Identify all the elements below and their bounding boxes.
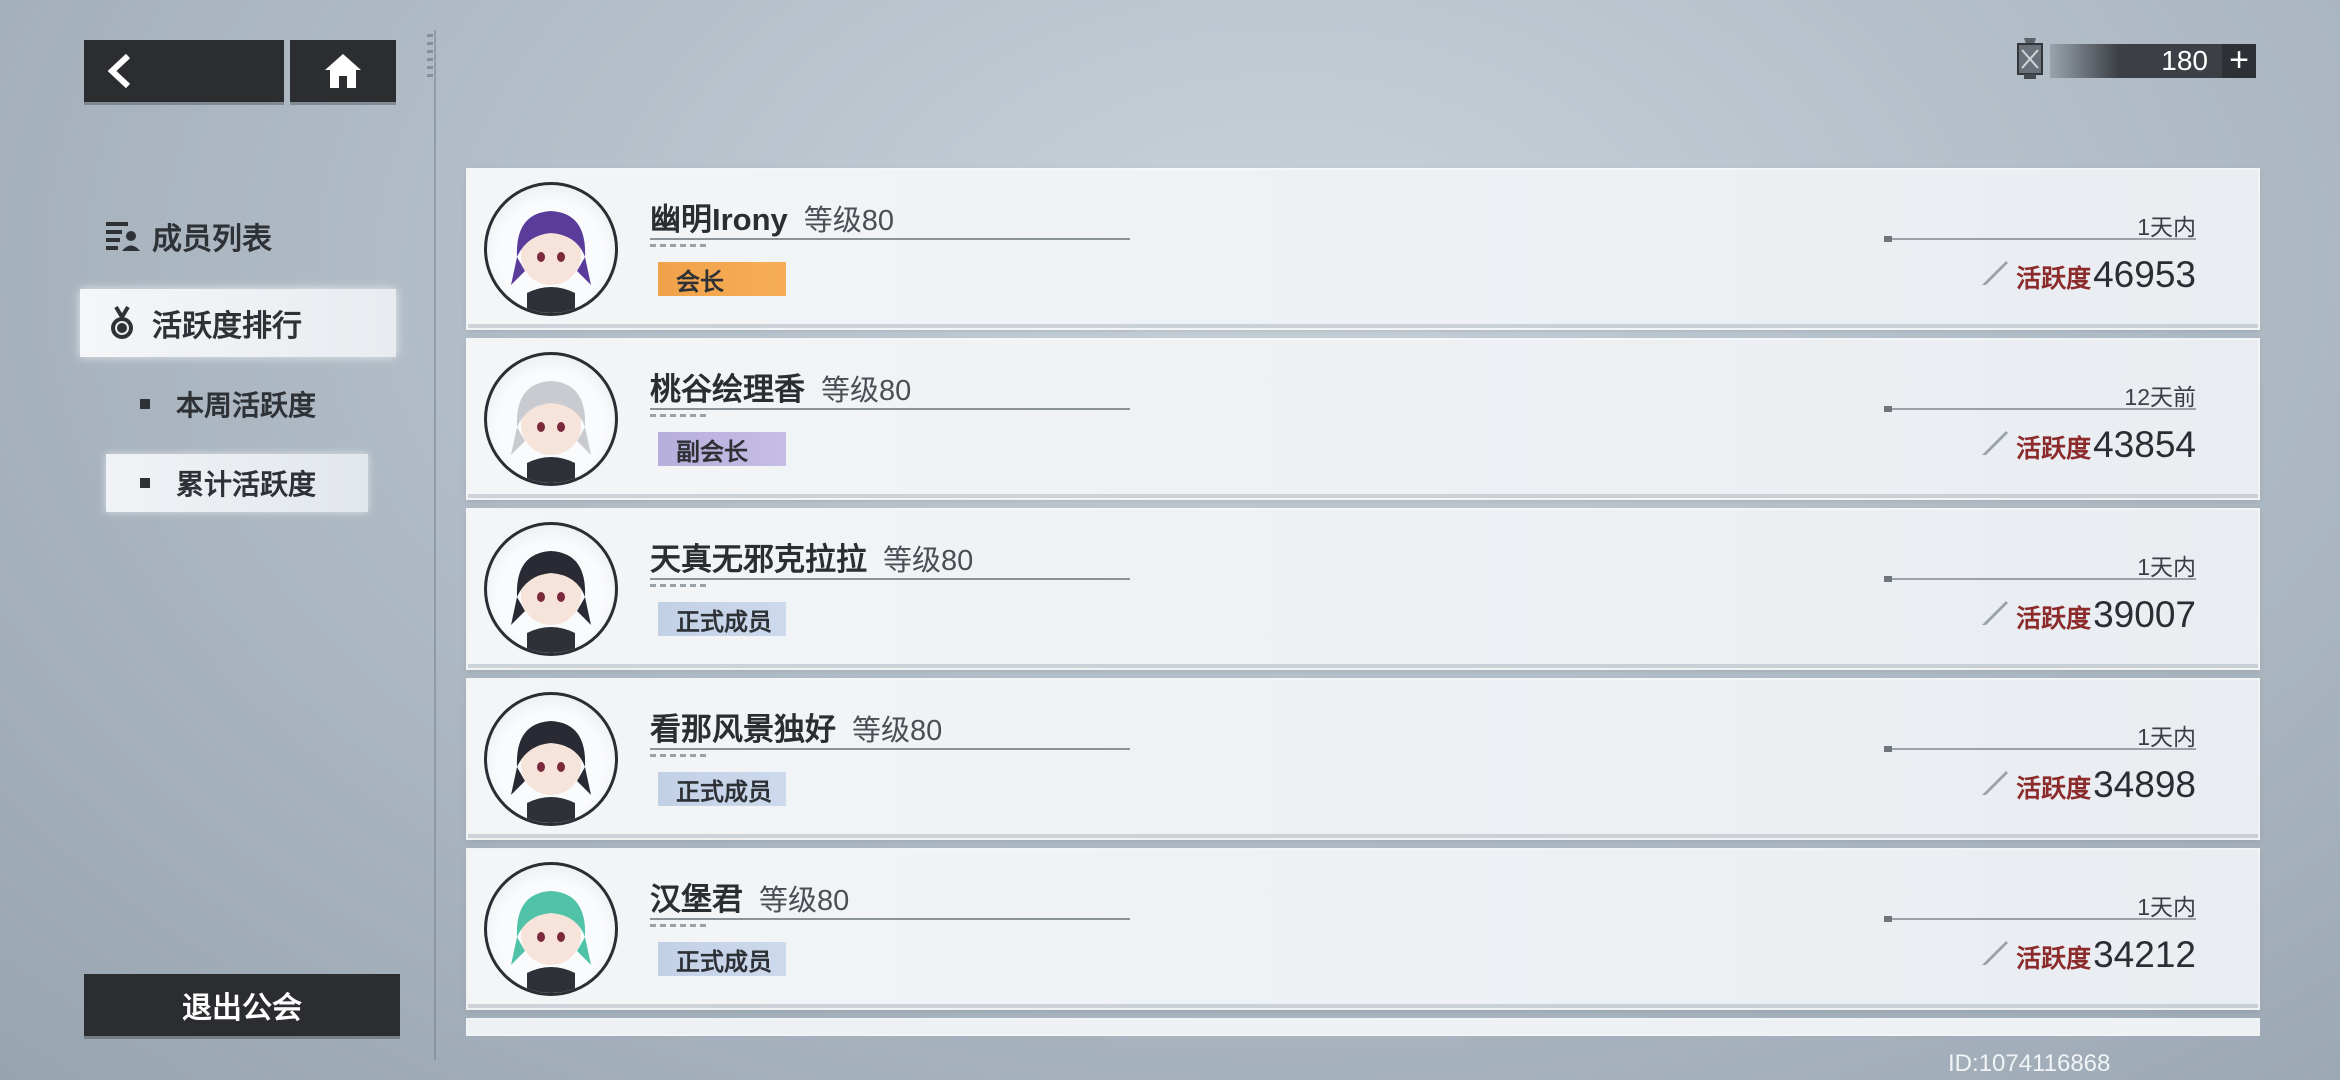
role-badge: 正式成员 [658, 942, 786, 976]
activity-label: 活跃度 [2016, 945, 2092, 973]
member-level: 等级80 [821, 375, 912, 407]
avatar[interactable] [484, 182, 618, 316]
member-name-row: 汉堡君 等级80 [650, 874, 849, 919]
player-id: ID:1074116868 [1948, 1050, 2111, 1077]
member-name-row: 天真无邪克拉拉 等级80 [650, 534, 973, 579]
nav-activity-ranking-label: 活跃度排行 [152, 310, 302, 343]
time-underline [1884, 236, 2196, 242]
tab-weekly-activity-label: 本周活跃度 [176, 390, 317, 421]
member-name: 幽明Irony [650, 202, 788, 237]
time-underline [1884, 406, 2196, 412]
role-badge: 正式成员 [658, 772, 786, 806]
name-underline [650, 238, 1130, 247]
activity-score: 活跃度 46953 [1980, 254, 2196, 296]
member-level: 等级80 [759, 885, 850, 917]
activity-score: 活跃度 39007 [1980, 594, 2196, 636]
name-underline [650, 918, 1130, 927]
divider-ticks [427, 34, 433, 82]
role-badge: 副会长 [658, 432, 786, 466]
last-online: 1天内 [2137, 894, 2196, 920]
activity-label: 活跃度 [2016, 775, 2092, 803]
activity-value: 39007 [2093, 594, 2196, 635]
nav-member-list[interactable]: 成员列表 [104, 214, 272, 258]
member-name: 看那风景独好 [650, 712, 836, 747]
activity-score: 活跃度 34898 [1980, 764, 2196, 806]
role-badge: 正式成员 [658, 602, 786, 636]
activity-value: 43854 [2093, 424, 2196, 465]
currency-value: 180 [2050, 44, 2222, 78]
activity-score: 活跃度 34212 [1980, 934, 2196, 976]
tab-total-activity-label: 累计活跃度 [176, 469, 317, 500]
tab-total-activity[interactable]: 累计活跃度 [106, 454, 368, 512]
activity-label: 活跃度 [2016, 435, 2092, 463]
member-card[interactable]: 桃谷绘理香 等级80 副会长 12天前 活跃度 43854 [468, 340, 2258, 498]
last-online: 12天前 [2124, 384, 2196, 410]
member-card[interactable]: 幽明Irony 等级80 会长 1天内 活跃度 46953 [468, 170, 2258, 328]
slash-icon [1982, 941, 2009, 965]
member-card-partial[interactable] [468, 1020, 2258, 1034]
medal-icon [111, 305, 133, 339]
nav-member-list-label: 成员列表 [152, 223, 272, 256]
slash-icon [1982, 431, 2009, 455]
avatar-portrait [511, 551, 591, 653]
time-underline [1884, 746, 2196, 752]
time-underline [1884, 916, 2196, 922]
member-card[interactable]: 天真无邪克拉拉 等级80 正式成员 1天内 活跃度 39007 [468, 510, 2258, 668]
avatar[interactable] [484, 862, 618, 996]
slash-icon [1982, 771, 2009, 795]
bullet-icon [140, 478, 150, 488]
tab-weekly-activity[interactable]: 本周活跃度 [140, 384, 316, 424]
avatar[interactable] [484, 522, 618, 656]
currency-display: 180 + [2010, 38, 2256, 80]
avatar-portrait [511, 721, 591, 823]
member-name: 桃谷绘理香 [650, 372, 805, 407]
avatar[interactable] [484, 352, 618, 486]
last-online: 1天内 [2137, 214, 2196, 240]
slash-icon [1982, 601, 2009, 625]
member-name-row: 桃谷绘理香 等级80 [650, 364, 911, 409]
member-name: 天真无邪克拉拉 [650, 542, 867, 577]
avatar[interactable] [484, 692, 618, 826]
member-ranking-list[interactable]: 幽明Irony 等级80 会长 1天内 活跃度 46953 桃谷绘理香 等级80… [468, 170, 2258, 1020]
member-level: 等级80 [803, 205, 895, 237]
member-level: 等级80 [883, 545, 974, 577]
activity-score: 活跃度 43854 [1980, 424, 2196, 466]
activity-value: 34212 [2093, 934, 2196, 975]
time-underline [1884, 576, 2196, 582]
member-name: 汉堡君 [650, 882, 743, 917]
back-button[interactable] [84, 40, 284, 102]
role-badge: 会长 [658, 262, 786, 296]
add-currency-button[interactable]: + [2222, 43, 2256, 78]
home-icon [325, 54, 361, 88]
member-card[interactable]: 汉堡君 等级80 正式成员 1天内 活跃度 34212 [468, 850, 2258, 1008]
last-online: 1天内 [2137, 724, 2196, 750]
home-button[interactable] [290, 40, 396, 102]
activity-value: 34898 [2093, 764, 2196, 805]
last-online: 1天内 [2137, 554, 2196, 580]
avatar-portrait [511, 211, 591, 313]
member-name-row: 看那风景独好 等级80 [650, 704, 942, 749]
activity-label: 活跃度 [2016, 605, 2092, 633]
sidebar-divider [434, 30, 436, 1060]
member-level: 等级80 [852, 715, 943, 747]
name-underline [650, 748, 1130, 757]
slash-icon [1982, 261, 2009, 285]
member-name-row: 幽明Irony 等级80 [650, 194, 894, 239]
name-underline [650, 578, 1130, 587]
activity-value: 46953 [2093, 254, 2196, 295]
nav-activity-ranking[interactable]: 活跃度排行 [80, 289, 396, 357]
member-card[interactable]: 看那风景独好 等级80 正式成员 1天内 活跃度 34898 [468, 680, 2258, 838]
exit-guild-button[interactable]: 退出公会 [84, 974, 400, 1036]
activity-label: 活跃度 [2016, 265, 2092, 293]
avatar-portrait [511, 891, 591, 993]
avatar-portrait [511, 381, 591, 483]
lantern-icon [2017, 38, 2043, 79]
name-underline [650, 408, 1130, 417]
member-list-icon [106, 222, 140, 251]
bullet-icon [140, 399, 150, 409]
chevron-left-icon [107, 54, 131, 88]
